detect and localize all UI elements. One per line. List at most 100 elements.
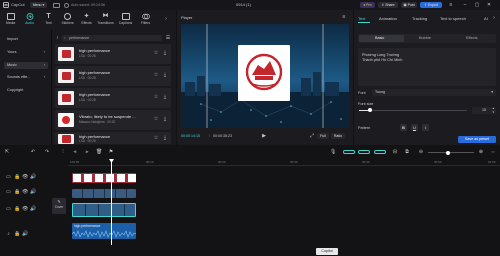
tab-text-to-speech[interactable]: Text to speech — [440, 16, 466, 21]
volume-icon[interactable]: 🔊 — [22, 231, 28, 237]
main-track-magnet-toggle[interactable] — [343, 150, 355, 154]
eye-icon[interactable]: 👁 — [22, 189, 28, 195]
tool-effects[interactable]: ✦ Effects — [78, 12, 95, 29]
logo-overlay[interactable] — [238, 45, 290, 101]
hamburger-icon[interactable]: ≡ — [341, 14, 347, 20]
nav-item-copyright[interactable]: Copyright — [4, 87, 48, 94]
save-preset-button[interactable]: Save as preset — [458, 136, 496, 143]
redo-icon[interactable]: ↷ — [44, 149, 50, 155]
eye-icon[interactable]: 👁 — [22, 206, 28, 212]
menu-button[interactable]: Menu ▾ — [30, 2, 47, 8]
layout-toggle-icon[interactable] — [53, 2, 60, 8]
tool-audio[interactable]: Audio — [21, 12, 38, 29]
play-icon[interactable]: ▶ — [261, 133, 267, 139]
linkage-toggle[interactable] — [374, 150, 386, 154]
playhead[interactable] — [111, 159, 112, 245]
tool-media[interactable]: Media — [2, 12, 19, 29]
favorite-icon[interactable]: ☆ — [153, 72, 159, 78]
microphone-icon[interactable]: 🎙 — [330, 149, 336, 155]
volume-icon[interactable]: 🔊 — [30, 174, 36, 180]
auto-snapping-toggle[interactable] — [358, 150, 370, 154]
volume-icon[interactable]: 🔊 — [30, 206, 36, 212]
audio-clip[interactable]: high performance — [72, 223, 136, 239]
lock-icon[interactable]: 🔒 — [14, 174, 20, 180]
search-input[interactable]: ⌕ performance — [62, 35, 162, 41]
cover-button[interactable]: ✎ Cover — [52, 198, 66, 214]
ratio-button[interactable]: Ratio — [331, 133, 345, 139]
tool-filters[interactable]: Filters — [137, 12, 154, 29]
download-icon[interactable]: ⤓ — [162, 116, 168, 122]
fit-timeline-icon[interactable]: ⇔ — [490, 149, 496, 155]
audio-item[interactable]: Vibrato, likely to be suspende ... Masao… — [55, 110, 171, 130]
minimize-icon[interactable]: – — [462, 2, 468, 8]
tab-animation[interactable]: Animation — [379, 16, 397, 21]
delete-icon[interactable]: 🗑 — [96, 149, 102, 155]
tool-captions[interactable]: Captions — [117, 12, 134, 29]
undo-icon[interactable]: ↶ — [30, 149, 36, 155]
split-audio-icon[interactable]: ⧉ — [404, 149, 410, 155]
full-button[interactable]: Full — [317, 133, 329, 139]
audio-item[interactable]: high performance LSA · 00:28 ☆ ⤓ — [55, 132, 171, 144]
split-icon[interactable]: ⫶ — [60, 149, 66, 155]
preview-axis-icon[interactable]: ⊟ — [392, 149, 398, 155]
main-video-clip[interactable] — [72, 203, 136, 217]
chevron-right-icon[interactable]: › — [491, 15, 497, 21]
select-tool-icon[interactable]: ⇱ — [4, 149, 10, 155]
fontsize-slider[interactable] — [359, 110, 467, 111]
subtab-basic[interactable]: Basic — [375, 34, 384, 43]
italic-button[interactable]: I — [422, 124, 429, 131]
audio-item[interactable]: high performance LSA · 00:28 ☆ ⤓ — [55, 66, 171, 86]
favorite-icon[interactable]: ☆ — [153, 50, 159, 56]
overlay-clip[interactable] — [72, 189, 136, 198]
tool-transitions[interactable]: ⧓ Transitions — [97, 12, 114, 29]
lock-icon[interactable]: 🔒 — [14, 206, 20, 212]
nav-item-import[interactable]: Import — [4, 36, 48, 43]
stepper-down-icon[interactable]: ▾ — [492, 110, 494, 115]
tool-stickers[interactable]: Stickers — [59, 12, 76, 29]
lock-icon[interactable]: 🔒 — [14, 189, 20, 195]
volume-icon[interactable]: 🔊 — [30, 189, 36, 195]
marker-icon[interactable]: ⚑ — [108, 149, 114, 155]
lock-icon[interactable]: 🔒 — [14, 231, 20, 237]
audio-item[interactable]: high performance LSA · 00:28 ☆ ⤓ — [55, 44, 171, 64]
favorite-icon[interactable]: ☆ — [153, 116, 159, 122]
sticker-clip[interactable] — [72, 173, 136, 183]
fontsize-slider-handle[interactable] — [367, 108, 372, 112]
pro-button[interactable]: ♦ Pro — [360, 2, 375, 8]
fit-icon[interactable]: ⤢ — [309, 133, 315, 139]
zoom-in-icon[interactable]: ⊕ — [478, 149, 484, 155]
nav-item-yours[interactable]: Yours › — [4, 49, 48, 56]
font-select[interactable]: Tuong ▾ — [372, 89, 496, 96]
back-arrow-icon[interactable]: ‹ — [55, 35, 60, 41]
tab-tracking[interactable]: Tracking — [412, 16, 427, 21]
download-icon[interactable]: ⤓ — [162, 135, 168, 141]
split-left-icon[interactable]: ⫷ — [72, 149, 78, 155]
video-preview[interactable] — [181, 24, 349, 128]
favorite-icon[interactable]: ☆ — [153, 135, 159, 141]
audio-item[interactable]: high performance LSA · 00:28 ☆ ⤓ — [55, 88, 171, 108]
tool-text[interactable]: T Text — [40, 12, 57, 29]
fontsize-stepper[interactable]: 15 ▴ ▾ — [472, 106, 496, 115]
post-button[interactable]: ▣ Post — [401, 2, 417, 8]
download-icon[interactable]: ⤓ — [162, 94, 168, 100]
nav-item-music[interactable]: Music › — [4, 62, 48, 69]
subtab-effects[interactable]: Effects — [466, 34, 478, 43]
copilot-button[interactable]: Copilot — [316, 248, 338, 255]
share-button[interactable]: ⇪ Share — [378, 2, 398, 8]
maximize-icon[interactable]: ▢ — [474, 2, 480, 8]
time-ruler[interactable]: 100:00 00:10 00:20 00:30 00:40 00:50 01:… — [68, 160, 500, 166]
filter-icon[interactable]: ☰ — [165, 35, 171, 41]
tab-ai[interactable]: AI — [484, 16, 488, 21]
hamburger-icon[interactable]: ≡ — [448, 2, 454, 8]
project-name[interactable]: 0914 (1) — [236, 0, 251, 10]
text-content-input[interactable]: Phường Long Trường Thành phố Hồ Chí Minh — [358, 48, 496, 86]
bold-button[interactable]: B — [400, 124, 407, 131]
download-icon[interactable]: ⤓ — [162, 50, 168, 56]
nav-item-sounds-effects[interactable]: Sounds effe... › — [4, 74, 48, 81]
favorite-icon[interactable]: ☆ — [153, 94, 159, 100]
export-button[interactable]: ⇧ Export — [420, 2, 442, 8]
zoom-slider[interactable] — [428, 152, 474, 153]
tab-text[interactable]: Text — [358, 16, 365, 21]
eye-icon[interactable]: 👁 — [22, 174, 28, 180]
underline-button[interactable]: U — [411, 124, 418, 131]
